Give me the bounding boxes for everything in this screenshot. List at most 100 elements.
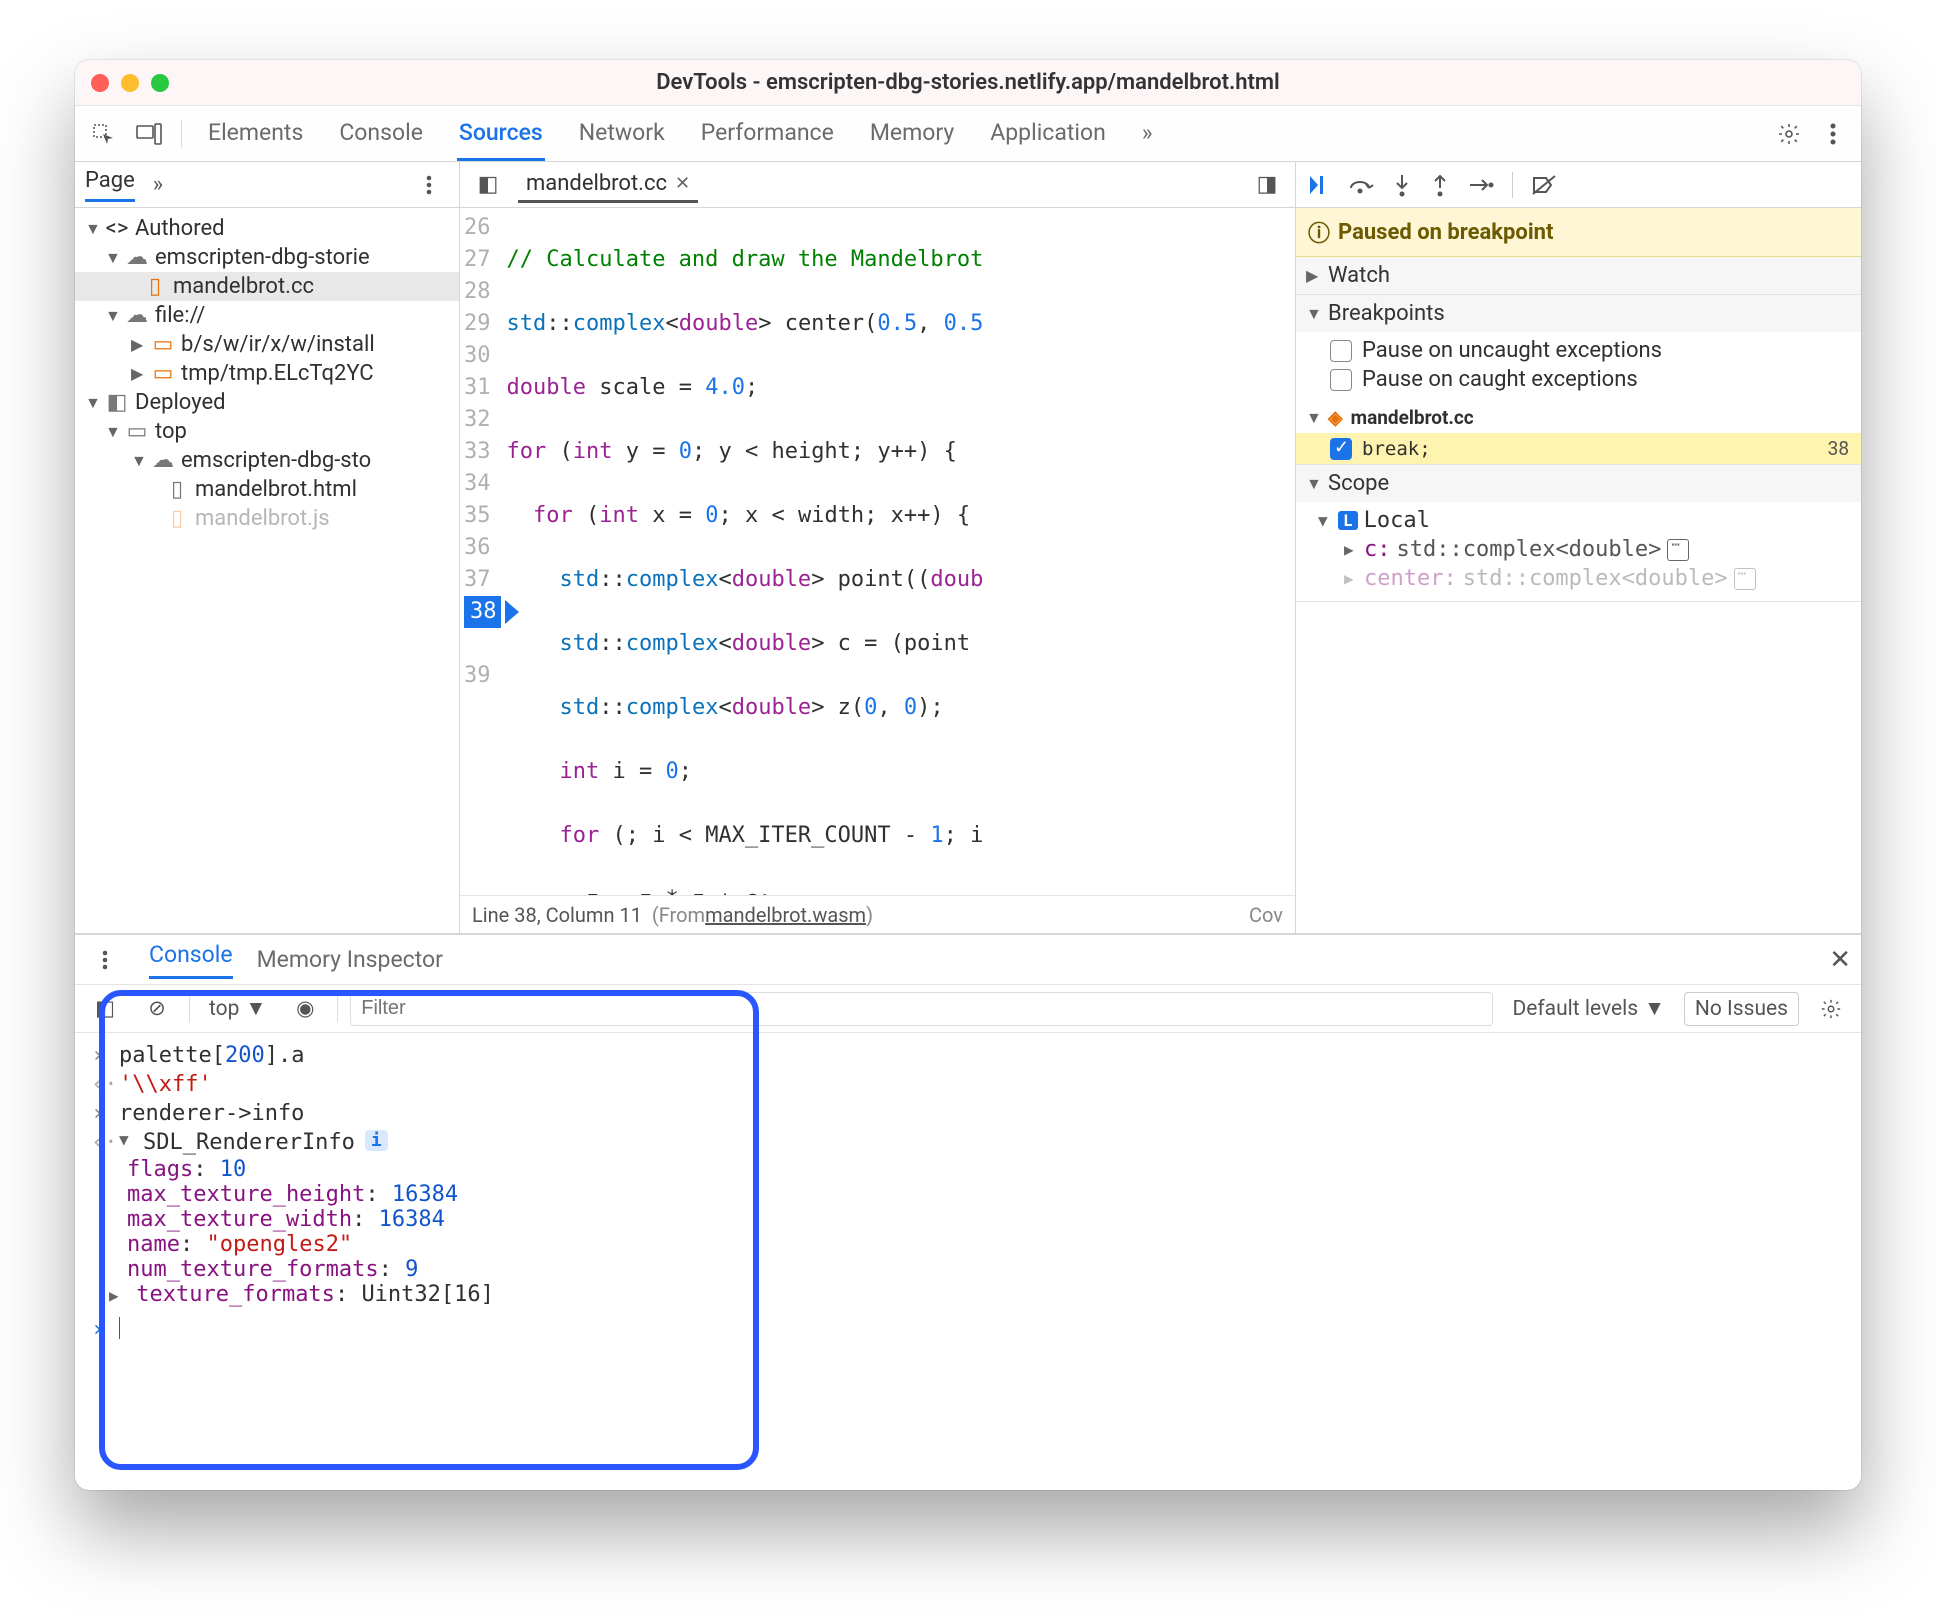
scope-section[interactable]: ▼Scope	[1296, 465, 1861, 502]
toggle-navigator-icon[interactable]: ◧	[468, 165, 508, 205]
step-over-icon[interactable]	[1348, 174, 1374, 196]
code-icon: <>	[105, 217, 129, 241]
tab-performance[interactable]: Performance	[699, 107, 836, 161]
tab-console[interactable]: Console	[337, 107, 425, 161]
pause-caught-checkbox[interactable]: Pause on caught exceptions	[1330, 365, 1851, 394]
console-output[interactable]: ›palette[200].a ‹·'\\xff' ›renderer->inf…	[75, 1033, 1861, 1490]
info-badge-icon[interactable]: i	[365, 1130, 388, 1151]
console-input-1: palette[200].a	[119, 1043, 304, 1068]
scope-var-c[interactable]: c:	[1364, 537, 1391, 562]
live-expression-icon[interactable]: ◉	[285, 989, 325, 1029]
sources-panel: Page » ▼<>Authored ▼☁emscripten-dbg-stor…	[75, 162, 1861, 934]
folder-icon: ▭	[151, 362, 175, 386]
close-drawer-icon[interactable]: ✕	[1829, 945, 1851, 975]
tree-authored[interactable]: Authored	[135, 216, 225, 241]
deactivate-breakpoints-icon[interactable]	[1531, 174, 1557, 196]
drawer-more-icon[interactable]	[85, 940, 125, 980]
devtools-tabbar: Elements Console Sources Network Perform…	[75, 106, 1861, 162]
editor-tabs: ◧ mandelbrot.cc ✕ ◨	[460, 162, 1295, 208]
tab-memory[interactable]: Memory	[868, 107, 956, 161]
file-tree[interactable]: ▼<>Authored ▼☁emscripten-dbg-storie ▯man…	[75, 208, 459, 933]
editor-tab-label: mandelbrot.cc	[526, 171, 667, 196]
console-settings-icon[interactable]	[1811, 989, 1851, 1029]
toggle-debugger-icon[interactable]: ◨	[1247, 165, 1287, 205]
document-icon: ▯	[165, 478, 189, 502]
resume-icon[interactable]	[1308, 174, 1330, 196]
tab-sources[interactable]: Sources	[457, 107, 545, 161]
breakpoint-checkbox[interactable]	[1330, 438, 1352, 460]
tree-file-html[interactable]: mandelbrot.html	[195, 477, 357, 502]
close-window-button[interactable]	[91, 74, 109, 92]
folder-icon: ▭	[151, 333, 175, 357]
scope-var-center[interactable]: center:	[1364, 566, 1457, 591]
scope-local[interactable]: Local	[1364, 508, 1430, 533]
close-tab-icon[interactable]: ✕	[675, 173, 690, 194]
editor-status: Line 38, Column 11 (From mandelbrot.wasm…	[460, 895, 1295, 933]
console-input-2: renderer->info	[119, 1101, 304, 1126]
memory-icon[interactable]	[1667, 539, 1689, 561]
console-result-1: '\\xff'	[119, 1072, 212, 1097]
log-levels-selector[interactable]: Default levels ▼	[1505, 994, 1671, 1024]
inspect-element-icon[interactable]	[83, 114, 123, 154]
tab-network[interactable]: Network	[577, 107, 667, 161]
console-sidebar-icon[interactable]: ◧	[85, 989, 125, 1029]
cube-icon: ◧	[105, 391, 129, 415]
breakpoint-line: 38	[1828, 437, 1849, 460]
drawer-tab-console[interactable]: Console	[149, 941, 233, 979]
watch-section[interactable]: ▶Watch	[1296, 257, 1861, 294]
breakpoint-text: break;	[1362, 438, 1431, 460]
issues-button[interactable]: No Issues	[1684, 992, 1799, 1026]
tab-application[interactable]: Application	[988, 107, 1108, 161]
file-icon: ▯	[143, 275, 167, 299]
object-props[interactable]: flags: 10 max_texture_height: 16384 max_…	[91, 1157, 1849, 1307]
nav-tabs-overflow[interactable]: »	[153, 172, 163, 197]
tree-top-host[interactable]: emscripten-dbg-sto	[181, 448, 371, 473]
tree-file-mandelbrot-cc[interactable]: mandelbrot.cc	[173, 274, 314, 299]
debugger-toolbar	[1296, 162, 1861, 208]
window-title: DevTools - emscripten-dbg-stories.netlif…	[75, 70, 1861, 95]
clear-console-icon[interactable]: ⊘	[137, 989, 177, 1029]
nav-more-icon[interactable]	[409, 165, 449, 205]
console-filter-input[interactable]	[350, 992, 1493, 1026]
context-selector[interactable]: top ▼	[202, 994, 273, 1024]
drawer-tab-memory[interactable]: Memory Inspector	[257, 946, 443, 973]
nav-tab-page[interactable]: Page	[85, 168, 135, 202]
source-map-link[interactable]: mandelbrot.wasm	[705, 903, 866, 927]
tree-file-js[interactable]: mandelbrot.js	[195, 506, 330, 531]
breakpoint-file[interactable]: ▼◈mandelbrot.cc	[1296, 402, 1861, 433]
settings-icon[interactable]	[1769, 114, 1809, 154]
panel-tabs: Elements Console Sources Network Perform…	[206, 107, 1763, 161]
editor-tab-mandelbrot[interactable]: mandelbrot.cc ✕	[518, 167, 698, 203]
tree-folder-a[interactable]: b/s/w/ir/x/w/install	[181, 332, 375, 357]
tree-folder-b[interactable]: tmp/tmp.ELcTq2YC	[181, 361, 374, 386]
tree-file-scheme[interactable]: file://	[155, 303, 205, 328]
breakpoint-entry[interactable]: break; 38	[1296, 433, 1861, 464]
line-gutter[interactable]: 2627282930313233343536373839	[460, 208, 501, 895]
status-from: (From	[652, 903, 705, 927]
breakpoints-section[interactable]: ▼Breakpoints	[1296, 295, 1861, 332]
drawer-tabs: Console Memory Inspector ✕	[75, 935, 1861, 985]
code-lines[interactable]: // Calculate and draw the Mandelbrot std…	[501, 208, 984, 895]
code-area[interactable]: 2627282930313233343536373839 // Calculat…	[460, 208, 1295, 895]
tree-top[interactable]: top	[155, 419, 187, 444]
cloud-icon: ☁	[125, 246, 149, 270]
more-icon[interactable]	[1813, 114, 1853, 154]
step-out-icon[interactable]	[1430, 173, 1450, 197]
pause-uncaught-checkbox[interactable]: Pause on uncaught exceptions	[1330, 336, 1851, 365]
device-toolbar-icon[interactable]	[129, 114, 169, 154]
debugger-sidebar: ⓘ Paused on breakpoint ▶Watch ▼Breakpoin…	[1296, 162, 1861, 933]
frame-icon: ▭	[125, 420, 149, 444]
console-struct[interactable]: SDL_RendererInfo	[143, 1130, 355, 1155]
memory-icon[interactable]	[1734, 568, 1756, 590]
step-into-icon[interactable]	[1392, 173, 1412, 197]
zoom-window-button[interactable]	[151, 74, 169, 92]
console-prompt[interactable]	[119, 1317, 120, 1339]
tab-elements[interactable]: Elements	[206, 107, 305, 161]
paused-message: Paused on breakpoint	[1338, 220, 1553, 245]
tree-deployed[interactable]: Deployed	[135, 390, 226, 415]
cloud-icon: ☁	[125, 304, 149, 328]
minimize-window-button[interactable]	[121, 74, 139, 92]
step-icon[interactable]	[1468, 175, 1494, 195]
tabs-overflow[interactable]: »	[1140, 107, 1155, 161]
tree-host[interactable]: emscripten-dbg-storie	[155, 245, 370, 270]
